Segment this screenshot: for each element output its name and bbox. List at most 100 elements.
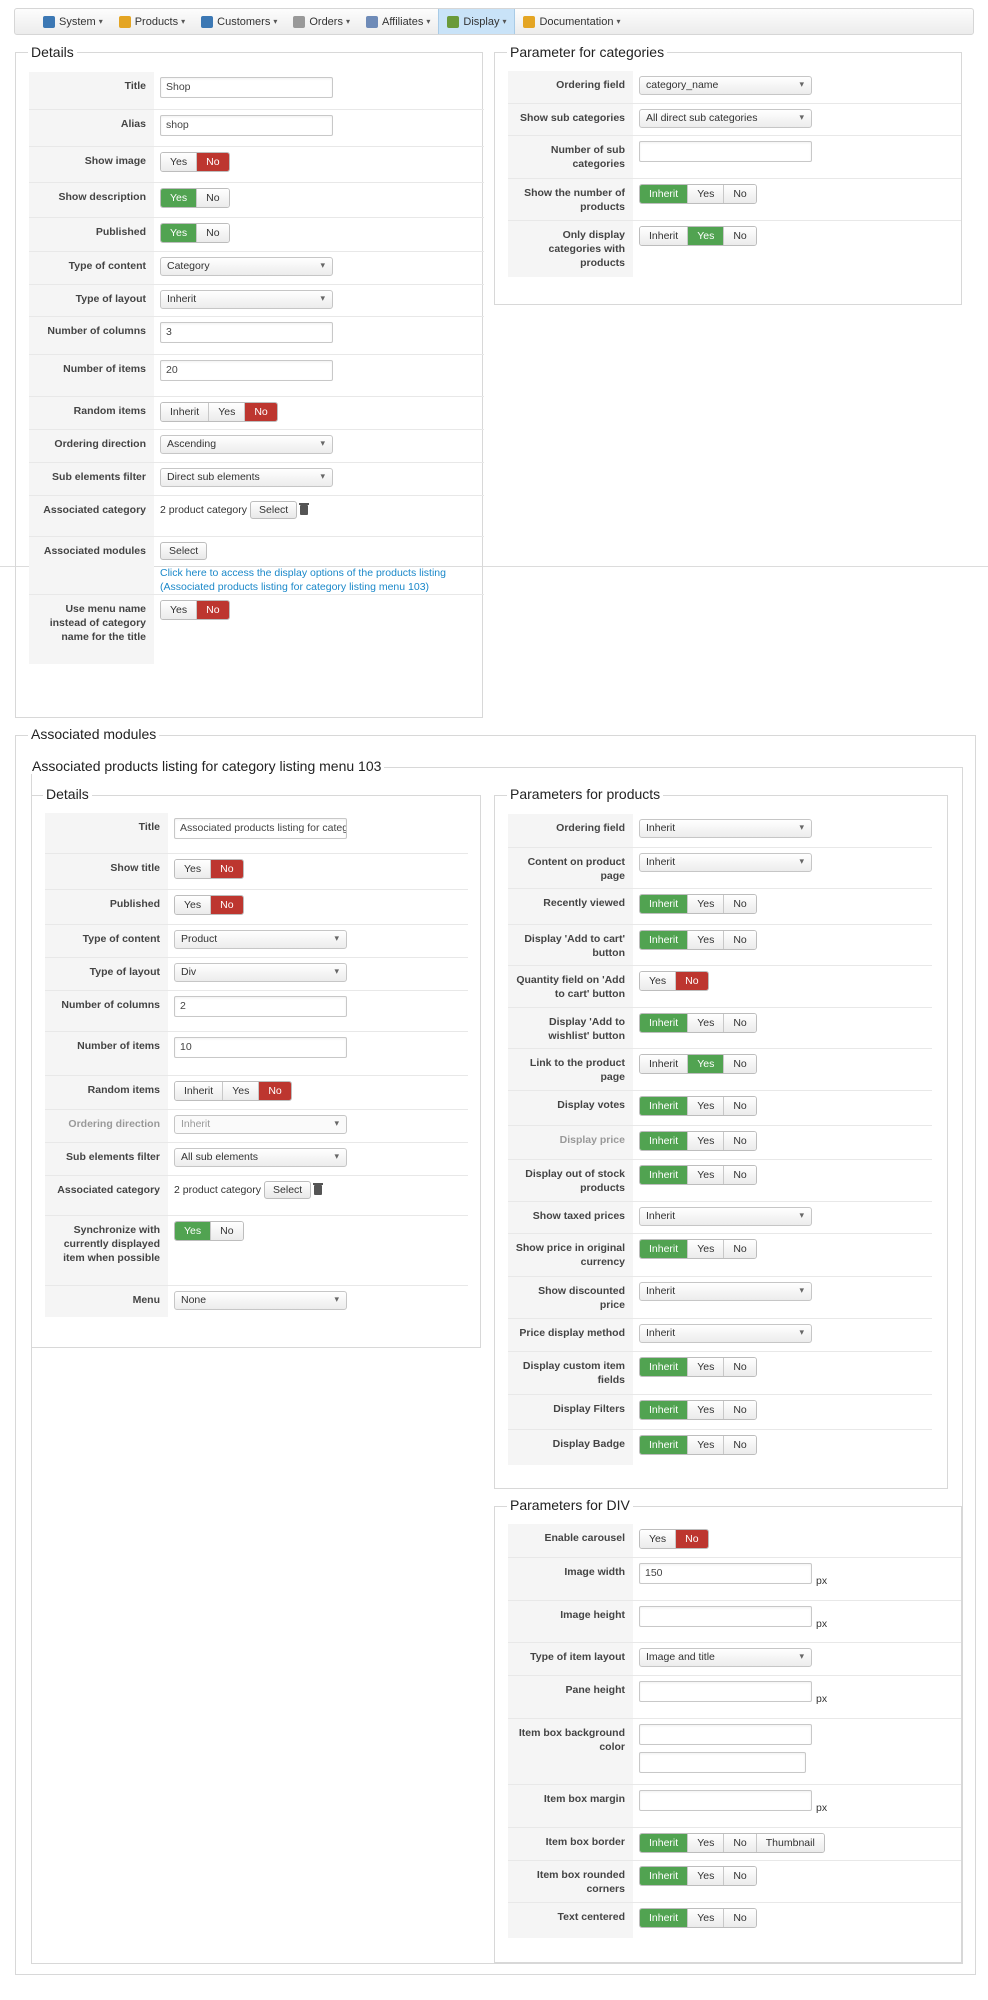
select-modules-button[interactable]: Select xyxy=(160,542,208,560)
menu-customers[interactable]: Customers ▾ xyxy=(193,9,285,34)
inherit-option[interactable]: Inherit xyxy=(640,1132,688,1150)
orig-currency-toggle[interactable]: Inherit Yes No xyxy=(639,1239,757,1259)
show-sub-select[interactable]: All direct sub categories xyxy=(639,109,812,128)
yes-option[interactable]: Yes xyxy=(175,1222,211,1240)
yes-option[interactable]: Yes xyxy=(161,601,197,619)
yes-option[interactable]: Yes xyxy=(687,1436,724,1454)
no-option[interactable]: No xyxy=(210,896,243,914)
thumbnail-option[interactable]: Thumbnail xyxy=(755,1834,824,1852)
show-title-toggle[interactable]: Yes No xyxy=(174,859,244,879)
menu-documentation[interactable]: Documentation ▾ xyxy=(515,9,628,34)
inherit-option[interactable]: Inherit xyxy=(640,1834,688,1852)
trash-icon[interactable] xyxy=(313,1183,324,1195)
yes-option[interactable]: Yes xyxy=(687,1909,724,1927)
show-description-toggle[interactable]: Yes No xyxy=(160,188,230,208)
yes-option[interactable]: Yes xyxy=(687,1240,724,1258)
no-option[interactable]: No xyxy=(723,1132,756,1150)
qty-field-toggle[interactable]: Yes No xyxy=(639,971,709,991)
discounted-select[interactable]: Inherit xyxy=(639,1282,812,1301)
inherit-option[interactable]: Inherit xyxy=(640,1014,688,1032)
no-option[interactable]: No xyxy=(723,1166,756,1184)
alias-input[interactable]: shop xyxy=(160,115,333,136)
img-width-input[interactable]: 150 xyxy=(639,1563,812,1584)
yes-option[interactable]: Yes xyxy=(687,1834,724,1852)
ordering-direction-select[interactable]: Ascending xyxy=(160,435,333,454)
no-option[interactable]: No xyxy=(196,601,229,619)
menu-affiliates[interactable]: Affiliates ▾ xyxy=(358,9,438,34)
display-options-link[interactable]: Click here to access the display options… xyxy=(160,566,477,594)
module-select-category-button[interactable]: Select xyxy=(264,1181,312,1199)
price-toggle[interactable]: Inherit Yes No xyxy=(639,1131,757,1151)
random-items-toggle[interactable]: Inherit Yes No xyxy=(160,402,278,422)
published-toggle[interactable]: Yes No xyxy=(160,223,230,243)
no-option[interactable]: No xyxy=(723,1014,756,1032)
inherit-option[interactable]: Inherit xyxy=(175,1082,223,1100)
no-option[interactable]: No xyxy=(723,1055,756,1073)
num-items-input[interactable]: 20 xyxy=(160,360,333,381)
rounded-toggle[interactable]: Inherit Yes No xyxy=(639,1866,757,1886)
trash-icon[interactable] xyxy=(299,503,310,515)
item-layout-select[interactable]: Image and title xyxy=(639,1648,812,1667)
yes-option[interactable]: Yes xyxy=(687,895,724,913)
border-toggle[interactable]: Inherit Yes No Thumbnail xyxy=(639,1833,825,1853)
module-random-items-toggle[interactable]: Inherit Yes No xyxy=(174,1081,292,1101)
badge-toggle[interactable]: Inherit Yes No xyxy=(639,1435,757,1455)
no-option[interactable]: No xyxy=(723,1436,756,1454)
no-option[interactable]: No xyxy=(723,1867,756,1885)
num-columns-input[interactable]: 3 xyxy=(160,322,333,343)
yes-option[interactable]: Yes xyxy=(687,1132,724,1150)
use-menu-name-toggle[interactable]: Yes No xyxy=(160,600,230,620)
no-option[interactable]: No xyxy=(723,1358,756,1376)
content-page-select[interactable]: Inherit xyxy=(639,853,812,872)
taxed-select[interactable]: Inherit xyxy=(639,1207,812,1226)
margin-input[interactable] xyxy=(639,1790,812,1811)
only-display-toggle[interactable]: Inherit Yes No xyxy=(639,226,757,246)
yes-option[interactable]: Yes xyxy=(687,185,724,203)
type-content-select[interactable]: Category xyxy=(160,257,333,276)
no-option[interactable]: No xyxy=(196,224,229,242)
inherit-option[interactable]: Inherit xyxy=(640,1240,688,1258)
yes-option[interactable]: Yes xyxy=(175,860,211,878)
inherit-option[interactable]: Inherit xyxy=(640,895,688,913)
sync-toggle[interactable]: Yes No xyxy=(174,1221,244,1241)
sub-filter-select[interactable]: Direct sub elements xyxy=(160,468,333,487)
no-option[interactable]: No xyxy=(723,227,756,245)
inherit-option[interactable]: Inherit xyxy=(640,1401,688,1419)
menu-orders[interactable]: Orders ▾ xyxy=(285,9,358,34)
yes-option[interactable]: Yes xyxy=(687,1401,724,1419)
module-num-items-input[interactable]: 10 xyxy=(174,1037,347,1058)
votes-toggle[interactable]: Inherit Yes No xyxy=(639,1096,757,1116)
filters-toggle[interactable]: Inherit Yes No xyxy=(639,1400,757,1420)
out-stock-toggle[interactable]: Inherit Yes No xyxy=(639,1165,757,1185)
inherit-option[interactable]: Inherit xyxy=(640,1436,688,1454)
yes-option[interactable]: Yes xyxy=(161,224,197,242)
inherit-option[interactable]: Inherit xyxy=(161,403,209,421)
no-option[interactable]: No xyxy=(196,189,229,207)
yes-option[interactable]: Yes xyxy=(640,972,676,990)
title-input[interactable]: Shop xyxy=(160,77,333,98)
no-option[interactable]: No xyxy=(723,895,756,913)
no-option[interactable]: No xyxy=(723,1834,756,1852)
no-option[interactable]: No xyxy=(723,1909,756,1927)
yes-option[interactable]: Yes xyxy=(640,1530,676,1548)
yes-option[interactable]: Yes xyxy=(687,227,724,245)
no-option[interactable]: No xyxy=(196,153,229,171)
menu-display[interactable]: Display ▾ xyxy=(438,9,516,34)
show-num-toggle[interactable]: Inherit Yes No xyxy=(639,184,757,204)
no-option[interactable]: No xyxy=(723,1240,756,1258)
show-image-toggle[interactable]: Yes No xyxy=(160,152,230,172)
no-option[interactable]: No xyxy=(675,1530,708,1548)
yes-option[interactable]: Yes xyxy=(687,1055,724,1073)
carousel-toggle[interactable]: Yes No xyxy=(639,1529,709,1549)
inherit-option[interactable]: Inherit xyxy=(640,1055,688,1073)
num-sub-input[interactable] xyxy=(639,141,812,162)
custom-fields-toggle[interactable]: Inherit Yes No xyxy=(639,1357,757,1377)
inherit-option[interactable]: Inherit xyxy=(640,227,688,245)
inherit-option[interactable]: Inherit xyxy=(640,1358,688,1376)
inherit-option[interactable]: Inherit xyxy=(640,1097,688,1115)
centered-toggle[interactable]: Inherit Yes No xyxy=(639,1908,757,1928)
img-height-input[interactable] xyxy=(639,1606,812,1627)
no-option[interactable]: No xyxy=(244,403,277,421)
bg-color-input[interactable] xyxy=(639,1724,812,1745)
pane-height-input[interactable] xyxy=(639,1681,812,1702)
